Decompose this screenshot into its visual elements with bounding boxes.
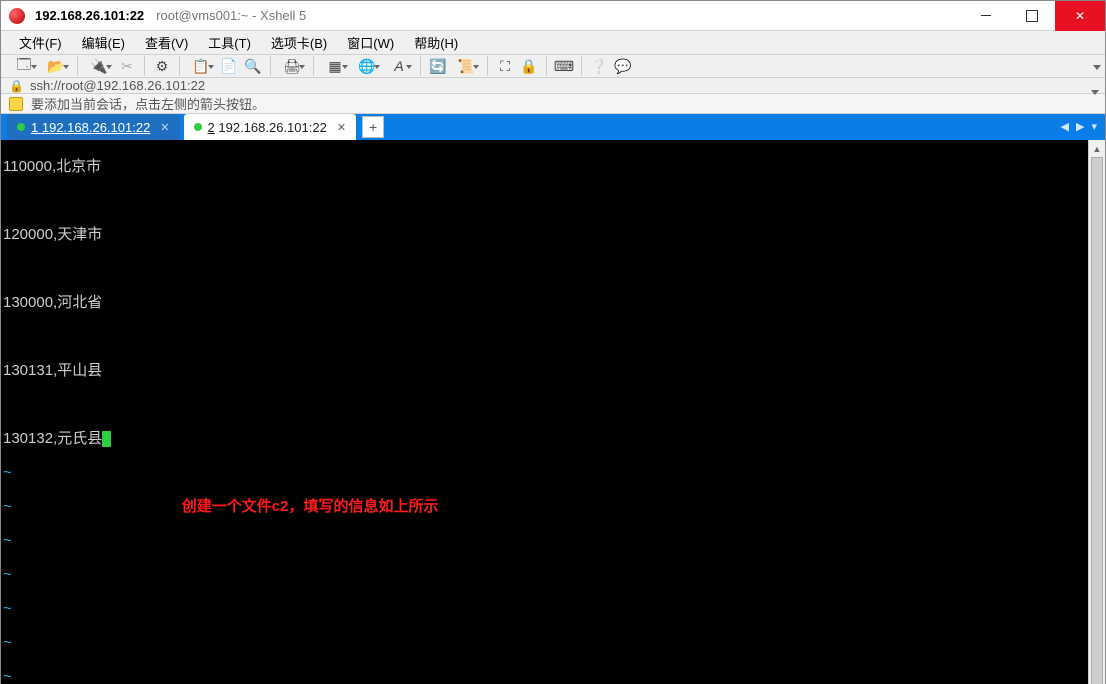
script-button[interactable]: 📜: [451, 55, 481, 77]
terminal-area: 110000,北京市 120000,天津市 130000,河北省 130131,…: [1, 140, 1105, 684]
annotation-main: 创建一个文件c2，填写的信息如上所示: [182, 498, 439, 515]
help-button[interactable]: ❔: [588, 55, 610, 77]
minimize-button[interactable]: [963, 1, 1009, 31]
toolbar-overflow-icon[interactable]: [1093, 65, 1101, 70]
toolbar: 🗔 📂 🔌 ✂ ⚙ 📋 📄 🔍 🖨 ▦ 🌐 A 🔄 📜 ⛶ 🔒 ⌨ ❔ 💬: [1, 55, 1105, 78]
titlebar: 192.168.26.101:22 root@vms001:~ - Xshell…: [1, 1, 1105, 31]
menu-tabs[interactable]: 选项卡(B): [263, 31, 335, 54]
keyboard-button[interactable]: ⌨: [553, 55, 575, 77]
session-tab-1[interactable]: 1 192.168.26.101:22 ✕: [7, 114, 180, 140]
tab-strip: 1 192.168.26.101:22 ✕ 2 192.168.26.101:2…: [1, 114, 1105, 140]
find-button[interactable]: 🔍: [242, 55, 264, 77]
info-bar: 要添加当前会话，点击左侧的箭头按钮。: [1, 94, 1105, 114]
font-button[interactable]: A: [384, 55, 414, 77]
layout-button[interactable]: ▦: [320, 55, 350, 77]
pin-icon[interactable]: [9, 97, 23, 111]
vim-tilde: ~: [3, 601, 1086, 620]
vim-tilde: ~: [3, 465, 1086, 484]
menu-window[interactable]: 窗口(W): [339, 31, 402, 54]
language-button[interactable]: 🌐: [352, 55, 382, 77]
cursor: [102, 431, 111, 447]
address-bar: 🔒 ssh://root@192.168.26.101:22: [1, 78, 1105, 94]
vim-tilde: ~: [3, 669, 1086, 684]
menu-edit[interactable]: 编辑(E): [74, 31, 133, 54]
close-button[interactable]: [1055, 1, 1105, 31]
address-dropdown-icon[interactable]: [1091, 90, 1099, 95]
window-title-sub: root@vms001:~ - Xshell 5: [156, 8, 306, 23]
lock-button[interactable]: 🔒: [518, 55, 540, 77]
print-button[interactable]: 🖨: [277, 55, 307, 77]
terminal-line: 130131,平山县: [3, 363, 1086, 382]
session-tab-2[interactable]: 2 192.168.26.101:22 ✕: [184, 114, 357, 140]
scroll-thumb[interactable]: [1091, 157, 1103, 684]
terminal-line: 120000,天津市: [3, 227, 1086, 246]
lock-icon: 🔒: [9, 79, 24, 93]
copy-button[interactable]: 📋: [186, 55, 216, 77]
vim-tilde: ~: [3, 635, 1086, 654]
fullscreen-button[interactable]: ⛶: [494, 55, 516, 77]
menu-file[interactable]: 文件(F): [11, 31, 70, 54]
app-window: 192.168.26.101:22 root@vms001:~ - Xshell…: [0, 0, 1106, 684]
vim-tilde: ~创建一个文件c2，填写的信息如上所示: [3, 499, 1086, 518]
app-icon: [9, 8, 25, 24]
menu-view[interactable]: 查看(V): [137, 31, 196, 54]
disconnect-button[interactable]: ✂: [116, 55, 138, 77]
close-tab-icon[interactable]: ✕: [160, 121, 169, 134]
status-dot-icon: [17, 123, 25, 131]
tab-nav-arrows[interactable]: ◀ ▶ ▾: [1060, 120, 1099, 133]
add-tab-button[interactable]: +: [362, 116, 384, 138]
properties-button[interactable]: ⚙: [151, 55, 173, 77]
menu-help[interactable]: 帮助(H): [406, 31, 466, 54]
paste-button[interactable]: 📄: [218, 55, 240, 77]
vim-tilde: ~: [3, 533, 1086, 552]
reconnect-button[interactable]: 🔌: [84, 55, 114, 77]
terminal-line: 130132,元氏县: [3, 431, 1086, 450]
scroll-up-icon[interactable]: ▲: [1089, 140, 1105, 157]
info-text: 要添加当前会话，点击左侧的箭头按钮。: [31, 94, 265, 113]
terminal-scrollbar[interactable]: ▲ ▼: [1088, 140, 1105, 684]
open-button[interactable]: 📂: [41, 55, 71, 77]
address-url[interactable]: ssh://root@192.168.26.101:22: [30, 78, 205, 93]
terminal-line: 130000,河北省: [3, 295, 1086, 314]
vim-tilde: ~: [3, 567, 1086, 586]
status-dot-icon: [194, 123, 202, 131]
terminal[interactable]: 110000,北京市 120000,天津市 130000,河北省 130131,…: [1, 140, 1088, 684]
new-session-button[interactable]: 🗔: [9, 55, 39, 77]
terminal-line: 110000,北京市: [3, 159, 1086, 178]
menu-tools[interactable]: 工具(T): [200, 31, 259, 54]
close-tab-icon[interactable]: ✕: [337, 121, 346, 134]
refresh-button[interactable]: 🔄: [427, 55, 449, 77]
maximize-button[interactable]: [1009, 1, 1055, 31]
window-title-main: 192.168.26.101:22: [35, 8, 144, 23]
menubar: 文件(F) 编辑(E) 查看(V) 工具(T) 选项卡(B) 窗口(W) 帮助(…: [1, 31, 1105, 55]
feedback-button[interactable]: 💬: [612, 55, 634, 77]
